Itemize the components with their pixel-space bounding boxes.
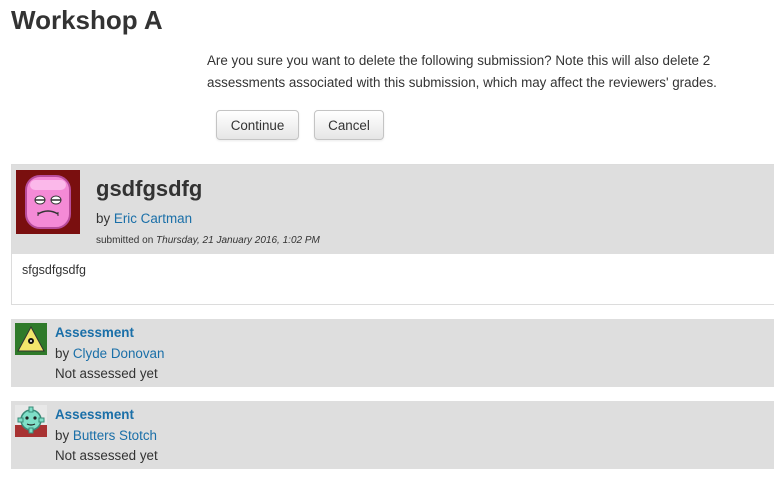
submitted-on-label: submitted on	[96, 235, 154, 246]
submission-content: sfgsdfgsdfg	[22, 263, 86, 277]
assessment-link[interactable]: Assessment	[55, 324, 134, 342]
assessment-status: Not assessed yet	[55, 366, 158, 381]
assessment-item: Assessment by Butters Stotch Not assesse…	[11, 401, 774, 469]
reviewer-link[interactable]: Clyde Donovan	[73, 346, 165, 361]
assessment-reviewer-line: by Clyde Donovan	[55, 345, 164, 363]
page-title: Workshop A	[11, 5, 163, 35]
author-link[interactable]: Eric Cartman	[114, 211, 192, 226]
submission-panel: gsdfgsdfg by Eric Cartman submitted on T…	[11, 164, 774, 305]
submitted-date: Thursday, 21 January 2016, 1:02 PM	[156, 235, 320, 246]
submission-title: gsdfgsdfg	[96, 176, 203, 201]
assessment-item: Assessment by Clyde Donovan Not assessed…	[11, 319, 774, 387]
assessment-reviewer-line: by Butters Stotch	[55, 427, 157, 445]
assessment-status: Not assessed yet	[55, 448, 158, 463]
submission-author-line: by Eric Cartman	[96, 210, 192, 228]
submission-date-line: submitted on Thursday, 21 January 2016, …	[96, 235, 320, 247]
delete-confirmation-message: Are you sure you want to delete the foll…	[207, 53, 717, 90]
pink-character-avatar-icon[interactable]	[16, 170, 80, 234]
cancel-button[interactable]: Cancel	[314, 110, 384, 140]
continue-button[interactable]: Continue	[216, 110, 299, 140]
reviewer-link[interactable]: Butters Stotch	[73, 428, 157, 443]
submission-header: gsdfgsdfg by Eric Cartman submitted on T…	[12, 165, 774, 254]
by-label: by	[96, 211, 111, 226]
assessment-link[interactable]: Assessment	[55, 406, 134, 424]
by-label: by	[55, 428, 70, 443]
teal-gear-avatar-icon[interactable]	[15, 405, 47, 437]
by-label: by	[55, 346, 70, 361]
yellow-triangle-avatar-icon[interactable]	[15, 323, 47, 355]
